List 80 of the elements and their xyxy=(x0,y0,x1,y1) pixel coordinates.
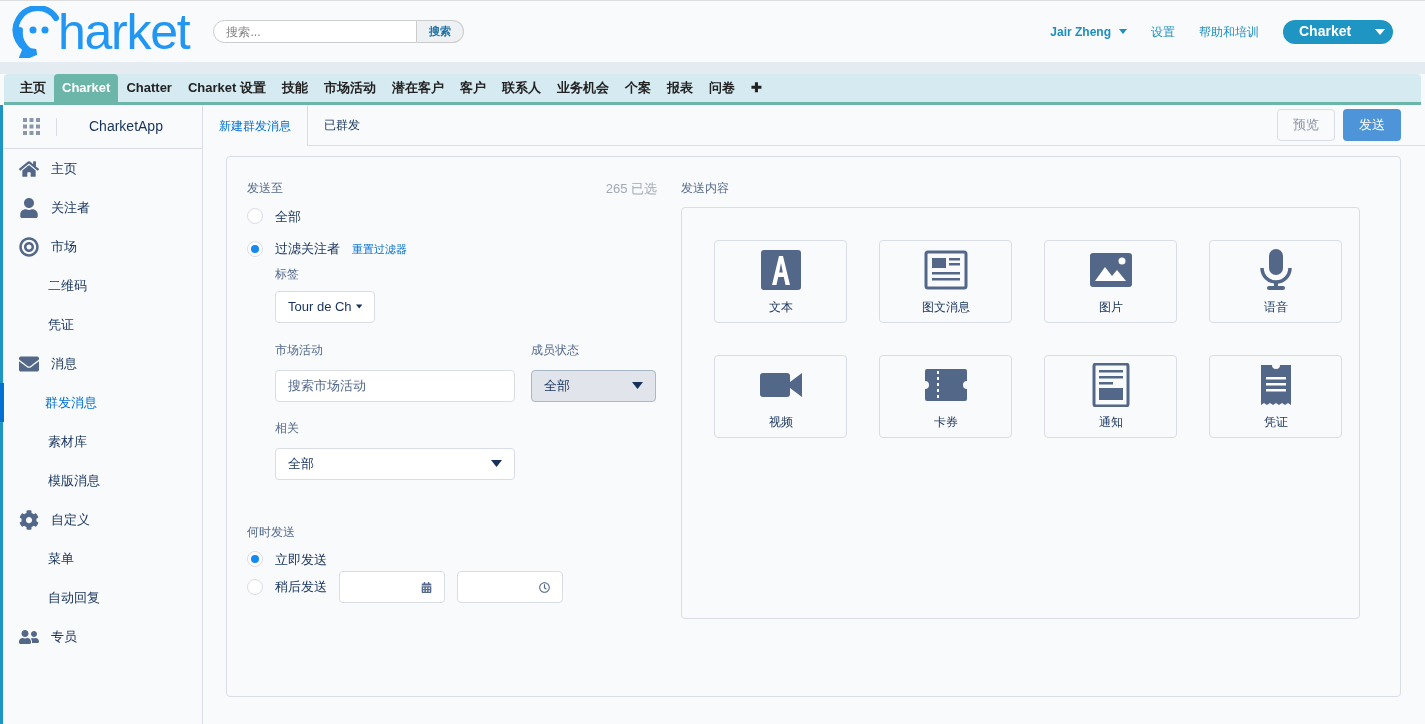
speech-bubble-logo-icon xyxy=(12,5,62,58)
selected-count: 265 已选 xyxy=(605,180,657,198)
sidebar-subitem[interactable]: 菜单 xyxy=(3,539,202,578)
sidebar-subitem[interactable]: 群发消息 xyxy=(0,383,202,422)
caret-icon xyxy=(1375,28,1385,35)
sidebar-subitem[interactable]: 凭证 xyxy=(3,305,202,344)
nav-tab[interactable]: Chatter xyxy=(118,74,180,102)
reset-filter-link[interactable]: 重置过滤器 xyxy=(352,240,407,257)
sidebar-item[interactable]: 主页 xyxy=(3,149,202,188)
sidebar-subitem[interactable]: 二维码 xyxy=(3,266,202,305)
page-tab[interactable]: 已群发 xyxy=(308,104,376,145)
sidebar-subitem[interactable]: 自动回复 xyxy=(3,578,202,617)
tag-dropdown[interactable]: Tour de Ch xyxy=(275,290,375,323)
caret-icon xyxy=(491,460,502,467)
nav-tab[interactable]: 客户 xyxy=(451,74,494,102)
content-type-tile[interactable]: 视频 xyxy=(714,355,847,438)
target-icon xyxy=(19,236,39,257)
sidebar-item[interactable]: 消息 xyxy=(3,344,202,383)
page-tab[interactable]: 新建群发消息 xyxy=(203,105,308,146)
clock-icon xyxy=(539,581,550,593)
section-title: 发送至 xyxy=(247,180,283,197)
caret-icon xyxy=(632,382,643,389)
letter-icon xyxy=(758,247,803,292)
radio-label: 全部 xyxy=(275,207,301,226)
content-type-tile[interactable]: 卡券 xyxy=(879,355,1012,438)
nav-tab[interactable]: 问卷 xyxy=(700,74,743,102)
sidebar-item[interactable]: 市场 xyxy=(3,227,202,266)
field-label: 市场活动 xyxy=(275,341,324,359)
logo-text: harket xyxy=(58,6,190,57)
nav-tab[interactable]: 潜在客户 xyxy=(383,74,452,102)
content-type-tile[interactable]: 文本 xyxy=(714,240,847,323)
person-icon xyxy=(19,197,39,218)
content-type-tile[interactable]: 凭证 xyxy=(1209,355,1342,438)
nav-tab[interactable]: ✚ xyxy=(742,74,770,102)
settings-icon xyxy=(19,509,39,530)
section-title: 发送内容 xyxy=(681,180,730,197)
nav-tab[interactable]: 主页 xyxy=(12,74,54,102)
content-type-tile[interactable]: 通知 xyxy=(1044,355,1177,438)
radio-button[interactable] xyxy=(247,579,263,595)
sidebar-item[interactable]: 关注者 xyxy=(3,188,202,227)
content-type-tile[interactable]: 图文消息 xyxy=(879,240,1012,323)
time-field[interactable] xyxy=(457,571,563,603)
campaign-search-field[interactable]: 搜索市场活动 xyxy=(275,369,515,402)
radio-label: 过滤关注者 xyxy=(275,240,340,258)
content-type-tile[interactable]: 图片 xyxy=(1044,240,1177,323)
field-label: 相关 xyxy=(275,419,300,437)
date-field[interactable] xyxy=(339,571,445,603)
sidebar-subitem[interactable]: 模版消息 xyxy=(3,461,202,500)
app-grid-icon[interactable] xyxy=(23,118,40,135)
field-label: 成员状态 xyxy=(531,341,580,359)
radio-button[interactable] xyxy=(247,240,263,257)
related-dropdown[interactable]: 全部 xyxy=(275,447,515,480)
home-icon xyxy=(19,158,39,179)
radio-label: 稍后发送 xyxy=(275,578,327,597)
nav-tab[interactable]: 业务机会 xyxy=(548,74,617,102)
caret-icon xyxy=(355,303,362,310)
user-menu[interactable]: Jair Zheng xyxy=(1050,22,1127,41)
member-status-dropdown[interactable]: 全部 xyxy=(531,369,656,402)
nav-tab[interactable]: 个案 xyxy=(616,74,659,102)
sidebar-subitem[interactable]: 素材库 xyxy=(3,422,202,461)
radio-button[interactable] xyxy=(247,208,263,225)
sidebar-item[interactable]: 自定义 xyxy=(3,500,202,539)
nav-tab[interactable]: Charket 设置 xyxy=(179,74,274,102)
app-name: CharketApp xyxy=(89,117,163,136)
nav-tab[interactable]: 市场活动 xyxy=(315,74,384,102)
nav-tab[interactable]: 技能 xyxy=(273,74,316,102)
header-link[interactable]: 帮助和培训 xyxy=(1199,22,1259,41)
header-link[interactable]: 设置 xyxy=(1151,22,1175,41)
calendar-icon xyxy=(421,581,432,593)
radio-button[interactable] xyxy=(247,551,263,568)
nav-tab[interactable]: 报表 xyxy=(658,74,701,102)
radio-label: 立即发送 xyxy=(275,550,327,569)
sidebar-item[interactable]: 专员 xyxy=(3,617,202,656)
section-title: 何时发送 xyxy=(247,523,296,541)
content-type-tile[interactable]: 语音 xyxy=(1209,240,1342,323)
caret-icon xyxy=(1119,29,1127,34)
search-button[interactable]: 搜索 xyxy=(417,20,465,43)
field-label: 标签 xyxy=(275,265,300,283)
search-field[interactable]: 搜索... xyxy=(213,20,418,43)
nav-tab[interactable]: 联系人 xyxy=(493,74,549,102)
